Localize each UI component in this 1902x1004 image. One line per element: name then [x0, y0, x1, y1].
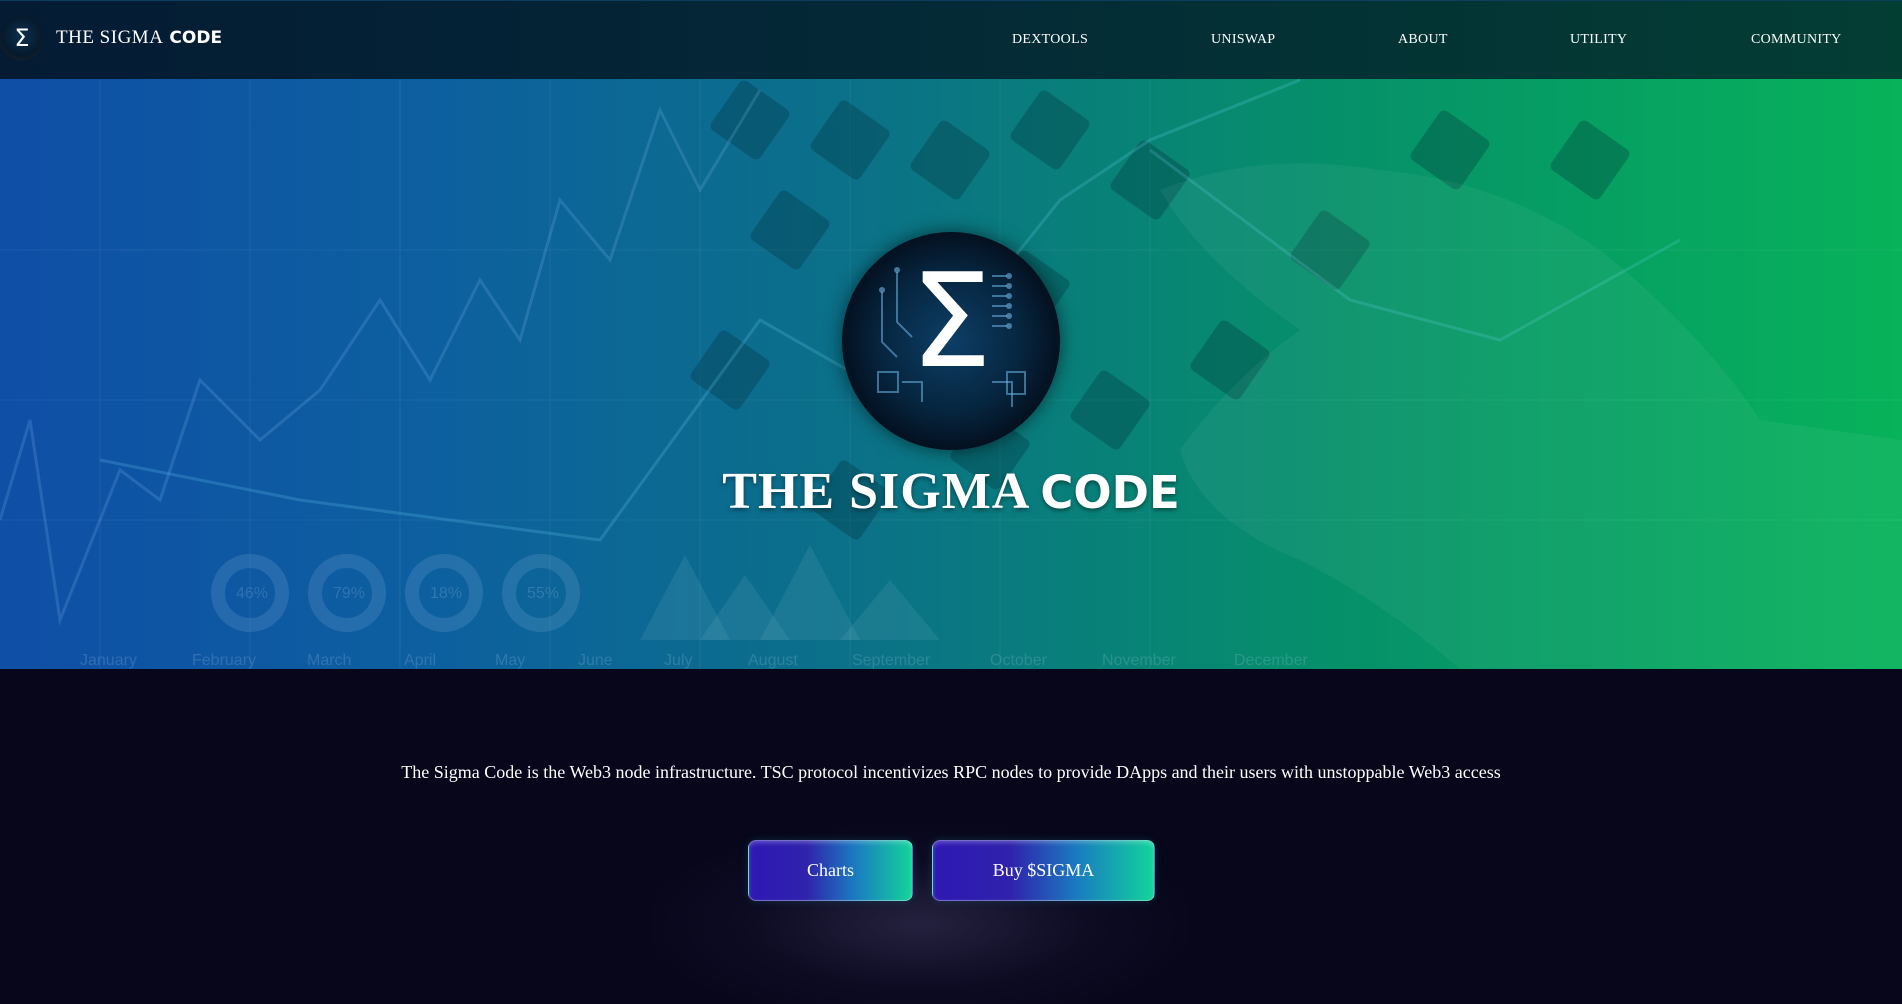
brand-name: THE SIGMA CODE — [56, 27, 222, 49]
brand-name-part1: THE SIGMA — [56, 27, 164, 48]
hero-title-part1: THE SIGMA — [722, 463, 1031, 520]
chart-month-label: February — [192, 652, 257, 669]
hero-sigma-logo: Σ — [842, 232, 1060, 450]
hero-section: 46% 79% 18% 55% January February March A… — [0, 0, 1902, 669]
chart-donut-label: 55% — [527, 585, 560, 602]
chart-donut-label: 18% — [430, 585, 463, 602]
chart-month-label: October — [990, 652, 1047, 669]
chart-month-label: September — [852, 652, 931, 669]
chart-month-label: May — [495, 652, 526, 669]
chart-month-label: December — [1234, 652, 1308, 669]
nav-link-about[interactable]: ABOUT — [1398, 32, 1448, 48]
brand-name-part2: CODE — [169, 28, 223, 48]
sigma-logo-glyph: Σ — [14, 24, 30, 52]
intro-section: The Sigma Code is the Web3 node infrastr… — [0, 669, 1902, 1004]
chart-month-label: January — [80, 652, 137, 669]
chart-month-label: November — [1102, 652, 1176, 669]
brand-logo-link[interactable]: Σ THE SIGMA CODE — [0, 15, 222, 61]
hero-sigma-glyph: Σ — [909, 245, 993, 397]
hero-title: THE SIGMA CODE — [0, 462, 1902, 521]
chart-month-label: March — [307, 652, 352, 669]
nav-link-uniswap[interactable]: UNISWAP — [1211, 32, 1275, 48]
top-navbar: Σ THE SIGMA CODE DEXTOOLS UNISWAP ABOUT … — [0, 0, 1902, 79]
chart-month-label: July — [664, 652, 693, 669]
chart-donut-label: 79% — [333, 585, 366, 602]
hero-title-part2: CODE — [1040, 466, 1180, 519]
nav-link-dextools[interactable]: DEXTOOLS — [1012, 32, 1088, 48]
nav-link-utility[interactable]: UTILITY — [1570, 32, 1627, 48]
chart-month-label: August — [748, 652, 798, 669]
chart-month-label: April — [404, 652, 437, 669]
chart-month-label: June — [578, 652, 613, 669]
tagline-text: The Sigma Code is the Web3 node infrastr… — [401, 762, 1501, 782]
charts-button[interactable]: Charts — [748, 840, 913, 901]
sigma-logo-icon: Σ — [0, 16, 44, 60]
buy-sigma-button[interactable]: Buy $SIGMA — [932, 840, 1155, 901]
chart-donut-label: 46% — [236, 585, 269, 602]
nav-link-community[interactable]: COMMUNITY — [1751, 32, 1842, 48]
